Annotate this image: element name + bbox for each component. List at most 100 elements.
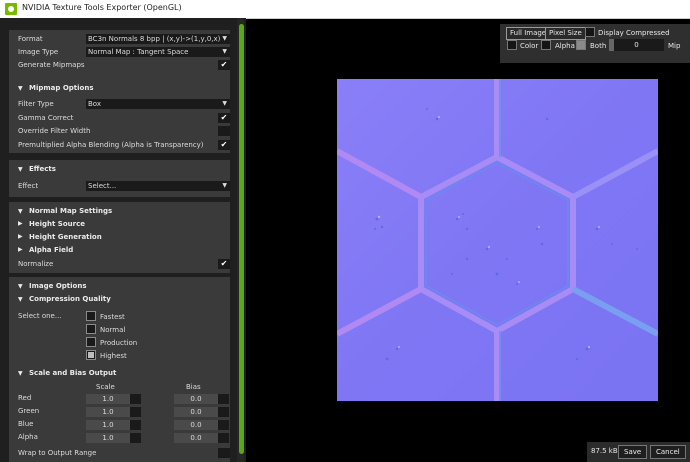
effect-label: Effect — [18, 182, 39, 190]
chevron-down-icon: ▼ — [222, 35, 227, 42]
image-type-dropdown[interactable]: Normal Map : Tangent Space ▼ — [86, 47, 230, 57]
checkmark-icon: ✔ — [220, 113, 228, 122]
bias-spinner[interactable] — [218, 433, 229, 443]
scale-bias-header[interactable]: Scale and Bias Output — [29, 369, 116, 377]
collapse-arrow-icon[interactable]: ▼ — [18, 208, 23, 215]
expand-arrow-icon[interactable]: ▶ — [18, 246, 23, 253]
radio-label: Production — [100, 339, 138, 347]
checkmark-icon: ✔ — [220, 140, 228, 149]
scrollbar-thumb[interactable] — [239, 24, 244, 454]
format-dropdown[interactable]: BC3n Normals 8 bpp | (x,y)->(1,y,0,x) ▼ — [86, 34, 230, 44]
bias-input-red[interactable]: 0.0 — [174, 394, 218, 404]
collapse-arrow-icon[interactable]: ▼ — [18, 296, 23, 303]
bias-spinner[interactable] — [218, 420, 229, 430]
file-size: 87.5 kB — [591, 447, 618, 455]
chevron-down-icon: ▼ — [222, 100, 227, 107]
effects-section: ▼ Effects Effect Select... ▼ — [9, 160, 230, 197]
override-filter-width-checkbox[interactable] — [218, 126, 230, 136]
compression-quality-header[interactable]: Compression Quality — [29, 295, 111, 303]
radio-label: Fastest — [100, 313, 125, 321]
pixel-size-button[interactable]: Pixel Size — [545, 27, 586, 40]
collapse-arrow-icon[interactable]: ▼ — [18, 370, 23, 377]
radio-fastest[interactable] — [86, 311, 96, 321]
color-checkbox[interactable] — [507, 40, 517, 50]
alpha-label: Alpha — [555, 42, 575, 50]
height-generation-header[interactable]: Height Generation — [29, 233, 102, 241]
collapse-arrow-icon[interactable]: ▼ — [18, 85, 23, 92]
mip-label: Mip — [668, 42, 681, 50]
expand-arrow-icon[interactable]: ▶ — [18, 233, 23, 240]
normalize-checkbox[interactable]: ✔ — [218, 259, 230, 269]
image-options-section: ▼ Image Options ▼ Compression Quality Se… — [9, 277, 230, 462]
channel-label: Green — [18, 407, 40, 415]
mipmap-options-header[interactable]: Mipmap Options — [29, 84, 94, 92]
wrap-output-label: Wrap to Output Range — [18, 449, 97, 457]
scale-column-header: Scale — [96, 383, 115, 391]
save-button[interactable]: Save — [618, 445, 648, 459]
slider-handle[interactable] — [609, 39, 614, 51]
scale-spinner[interactable] — [130, 433, 141, 443]
cancel-button[interactable]: Cancel — [650, 445, 686, 459]
scale-spinner[interactable] — [130, 420, 141, 430]
radio-label: Highest — [100, 352, 127, 360]
scale-input-green[interactable]: 1.0 — [86, 407, 130, 417]
height-source-header[interactable]: Height Source — [29, 220, 85, 228]
radio-production[interactable] — [86, 337, 96, 347]
channel-label: Red — [18, 394, 32, 402]
scale-input-alpha[interactable]: 1.0 — [86, 433, 130, 443]
image-options-header[interactable]: Image Options — [29, 282, 86, 290]
color-label: Color — [520, 42, 539, 50]
generate-mipmaps-checkbox[interactable]: ✔ — [218, 60, 230, 70]
mipmap-options-section: ▼ Mipmap Options Filter Type Box ▼ Gamma … — [9, 79, 230, 153]
normal-map-section: ▼ Normal Map Settings ▶ Height Source ▶ … — [9, 202, 230, 273]
gamma-correct-label: Gamma Correct — [18, 114, 74, 122]
collapse-arrow-icon[interactable]: ▼ — [18, 166, 23, 173]
checkmark-icon: ✔ — [220, 259, 228, 268]
filter-type-label: Filter Type — [18, 100, 54, 108]
radio-normal[interactable] — [86, 324, 96, 334]
mip-slider[interactable]: 0 — [609, 39, 664, 51]
generate-mipmaps-label: Generate Mipmaps — [18, 61, 85, 69]
expand-arrow-icon[interactable]: ▶ — [18, 220, 23, 227]
texture-preview[interactable] — [337, 79, 658, 401]
collapse-arrow-icon[interactable]: ▼ — [18, 283, 23, 290]
nvidia-logo-icon — [5, 3, 17, 15]
bias-input-alpha[interactable]: 0.0 — [174, 433, 218, 443]
effects-header[interactable]: Effects — [29, 165, 56, 173]
gamma-correct-checkbox[interactable]: ✔ — [218, 113, 230, 123]
scale-spinner[interactable] — [130, 394, 141, 404]
checkmark-icon: ✔ — [220, 60, 228, 69]
radio-highest[interactable] — [86, 350, 96, 360]
both-checkbox[interactable] — [576, 40, 586, 50]
chevron-down-icon: ▼ — [222, 182, 227, 189]
scale-input-blue[interactable]: 1.0 — [86, 420, 130, 430]
override-filter-width-label: Override Filter Width — [18, 127, 91, 135]
normal-map-header[interactable]: Normal Map Settings — [29, 207, 112, 215]
premultiplied-alpha-label: Premultiplied Alpha Blending (Alpha is T… — [18, 141, 204, 149]
title-bar: NVIDIA Texture Tools Exporter (OpenGL) — [0, 0, 690, 19]
scale-spinner[interactable] — [130, 407, 141, 417]
display-compressed-label: Display Compressed — [598, 29, 670, 37]
normalize-label: Normalize — [18, 260, 54, 268]
bias-input-green[interactable]: 0.0 — [174, 407, 218, 417]
full-image-button[interactable]: Full Image — [506, 27, 551, 40]
scale-input-red[interactable]: 1.0 — [86, 394, 130, 404]
premultiplied-alpha-checkbox[interactable]: ✔ — [218, 140, 230, 150]
bias-spinner[interactable] — [218, 394, 229, 404]
normal-map-image — [337, 79, 658, 401]
display-compressed-checkbox[interactable] — [585, 27, 595, 37]
bias-spinner[interactable] — [218, 407, 229, 417]
format-label: Format — [18, 35, 43, 43]
window-title: NVIDIA Texture Tools Exporter (OpenGL) — [22, 3, 182, 12]
channel-label: Blue — [18, 420, 34, 428]
alpha-field-header[interactable]: Alpha Field — [29, 246, 73, 254]
image-type-label: Image Type — [18, 48, 59, 56]
alpha-checkbox[interactable] — [541, 40, 551, 50]
filter-type-dropdown[interactable]: Box ▼ — [86, 99, 230, 109]
both-label: Both — [590, 42, 607, 50]
channel-label: Alpha — [18, 433, 38, 441]
wrap-output-checkbox[interactable] — [218, 448, 230, 458]
effect-dropdown[interactable]: Select... ▼ — [86, 181, 230, 191]
radio-label: Normal — [100, 326, 126, 334]
bias-input-blue[interactable]: 0.0 — [174, 420, 218, 430]
